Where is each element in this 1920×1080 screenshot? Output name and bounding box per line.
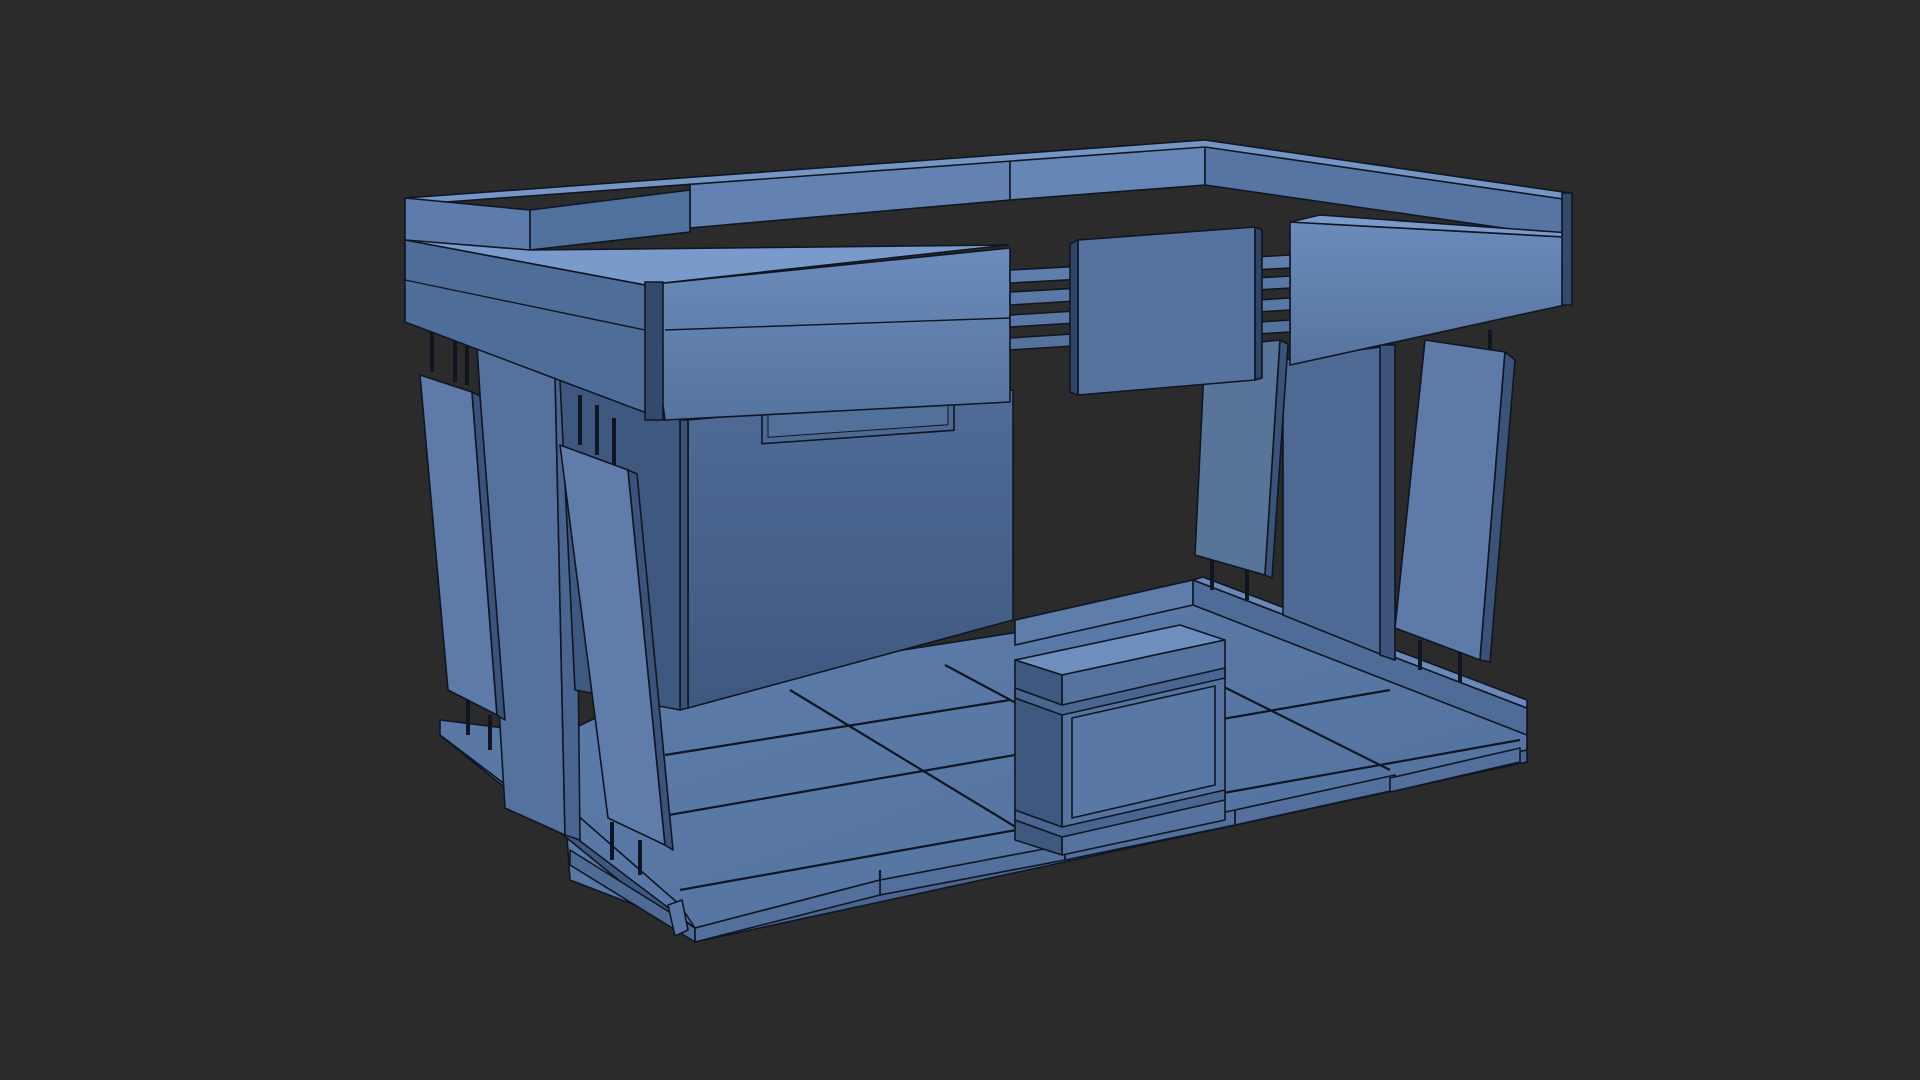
header-right-corner-post	[1561, 192, 1573, 306]
header-center-sign	[1077, 226, 1256, 396]
right-wall-panel	[1282, 344, 1396, 661]
booth-render	[404, 139, 1573, 943]
header-center-sign-edge	[1069, 239, 1079, 396]
top-frame	[404, 139, 1573, 421]
reception-counter	[1014, 624, 1226, 856]
back-wall-edge	[679, 419, 689, 711]
top-frame-left-inner	[529, 189, 691, 251]
3d-viewport[interactable]	[0, 0, 1920, 1080]
header-center-sign-edge-right	[1254, 226, 1263, 381]
right-back-wall	[1282, 344, 1396, 661]
header-corner-post	[644, 281, 664, 421]
right-wall-edge	[1379, 344, 1396, 661]
